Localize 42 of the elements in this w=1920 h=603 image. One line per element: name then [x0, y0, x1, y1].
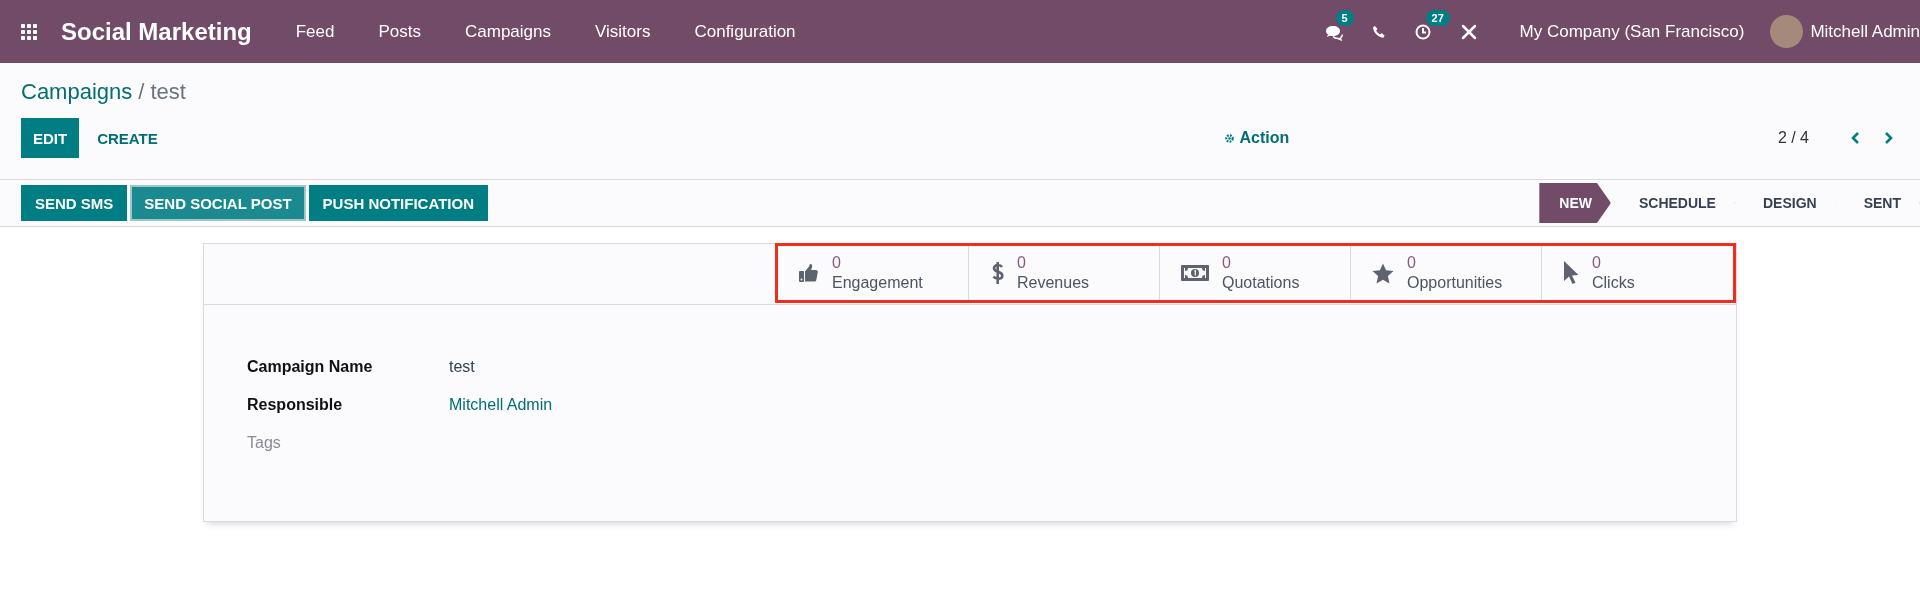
- action-button[interactable]: SEND SMS: [21, 185, 128, 221]
- stat-button[interactable]: 0 Clicks: [1542, 246, 1733, 300]
- stat-button[interactable]: 0 Engagement: [778, 246, 969, 300]
- breadcrumb-link[interactable]: Campaigns: [21, 79, 133, 105]
- next-icon[interactable]: [1883, 131, 1895, 145]
- status-stage[interactable]: DESIGN: [1734, 183, 1836, 223]
- breadcrumb-separator: /: [138, 79, 145, 105]
- field-label: Campaign Name: [247, 357, 374, 377]
- app-title: Social Marketing: [61, 17, 252, 46]
- message-count-badge: 5: [1335, 9, 1354, 26]
- edit-button[interactable]: EDIT: [21, 118, 80, 158]
- menu-item[interactable]: Configuration: [672, 21, 818, 42]
- phone-icon[interactable]: [1371, 24, 1386, 39]
- stat-button[interactable]: 0 Revenues: [969, 246, 1160, 300]
- menu-item[interactable]: Posts: [356, 21, 443, 42]
- pager-counter: 2 / 4: [1777, 129, 1809, 147]
- breadcrumb-current: test: [150, 79, 186, 105]
- status-stage[interactable]: SENT: [1835, 183, 1920, 223]
- banknote-icon: [1180, 263, 1210, 283]
- action-button[interactable]: Action: [1224, 129, 1778, 147]
- previous-icon[interactable]: [1849, 131, 1861, 145]
- field-label: Responsible: [247, 395, 344, 415]
- field-value: test: [449, 357, 476, 377]
- field-link[interactable]: Mitchell Admin: [449, 393, 1736, 417]
- stat-button[interactable]: 0 Quotations: [1160, 246, 1351, 300]
- thumbs-up-icon: [798, 262, 820, 284]
- menu-item[interactable]: Feed: [273, 21, 357, 42]
- status-stage[interactable]: SCHEDULE: [1610, 183, 1735, 223]
- action-button[interactable]: PUSH NOTIFICATION: [308, 185, 488, 221]
- status-stage[interactable]: NEW: [1539, 183, 1611, 223]
- clock-icon[interactable]: [1413, 22, 1432, 41]
- action-button[interactable]: SEND SOCIAL POST: [130, 185, 306, 221]
- create-button[interactable]: CREATE: [85, 118, 170, 158]
- menu-item[interactable]: Visitors: [573, 21, 673, 42]
- stat-button[interactable]: 0 Opportunities: [1351, 246, 1542, 300]
- activity-count-badge: 27: [1425, 9, 1450, 26]
- cursor-icon: [1562, 260, 1580, 286]
- user-name[interactable]: Mitchell Admin: [1810, 21, 1920, 42]
- menu-item[interactable]: Campaigns: [443, 21, 573, 42]
- apps-menu-icon[interactable]: [21, 23, 37, 40]
- company-switcher[interactable]: My Company (San Francisco): [1519, 21, 1745, 42]
- field-label: Tags: [247, 433, 282, 453]
